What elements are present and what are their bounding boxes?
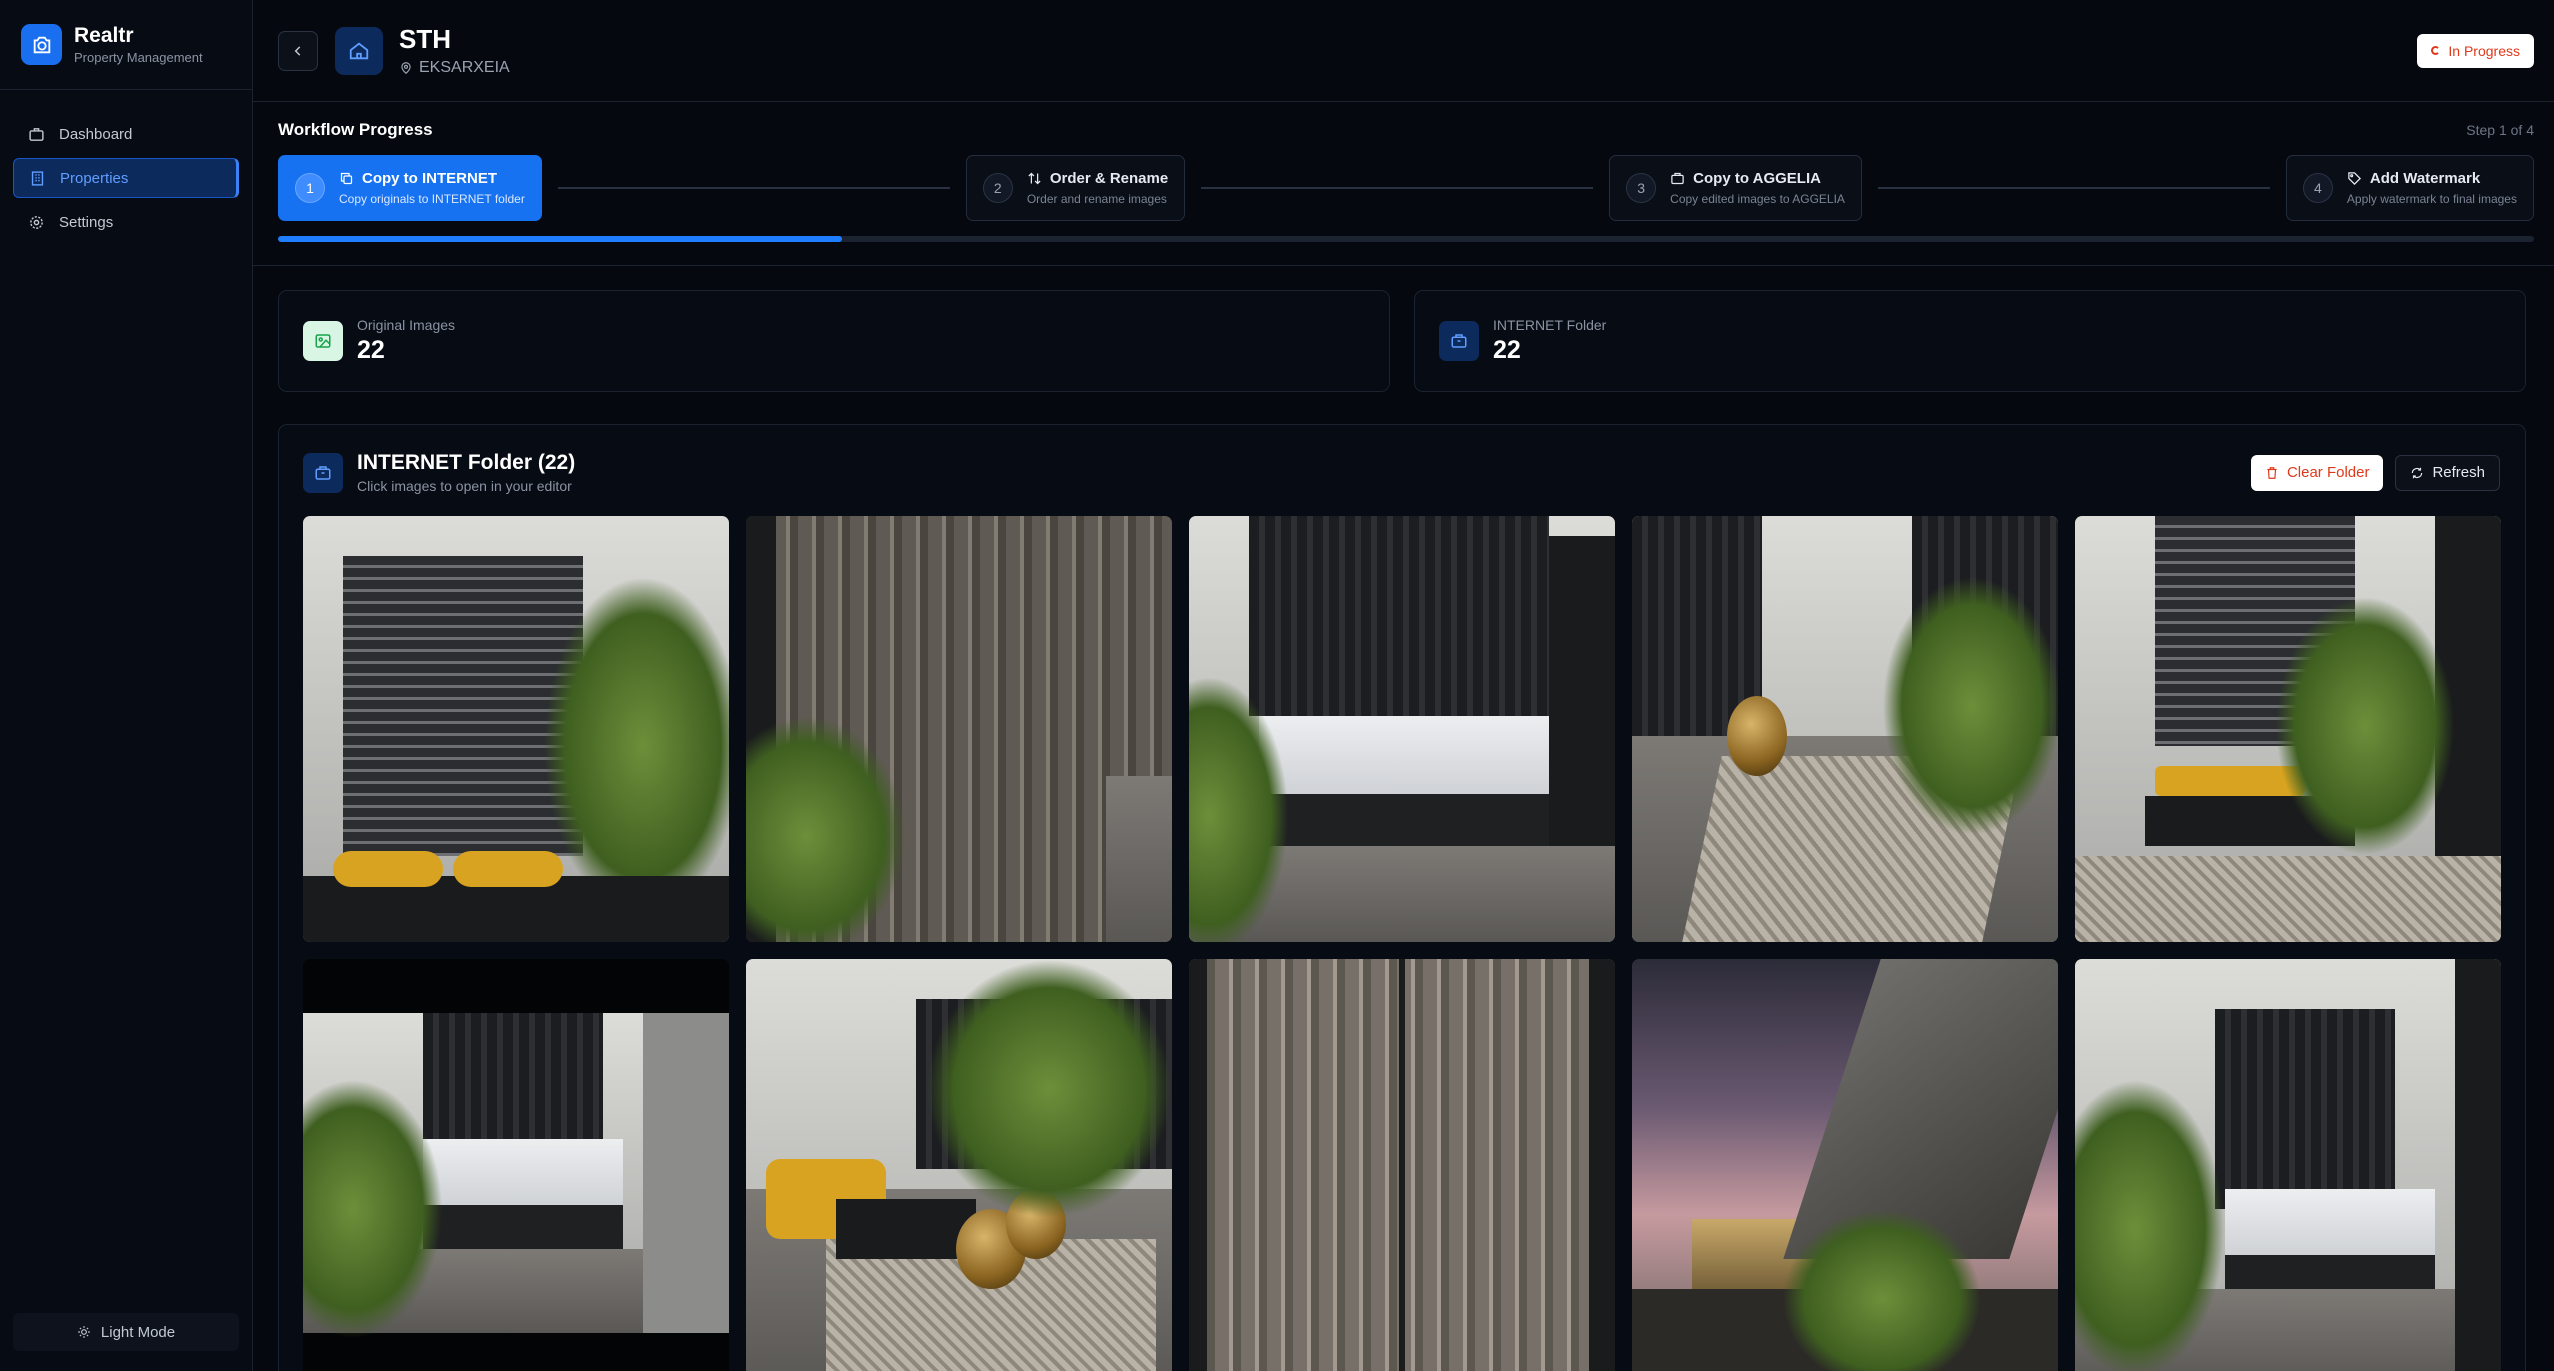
- stat-value: 22: [357, 336, 385, 364]
- building-icon: [28, 169, 46, 187]
- acropolis-balcony-sunset-photo[interactable]: [1632, 959, 2058, 1371]
- main-content: STH EKSARXEIA In Progress Workflow Progr…: [253, 0, 2554, 1371]
- camera-icon: [21, 24, 62, 65]
- brand: Realtr Property Management: [0, 0, 252, 90]
- folder-subtitle: Click images to open in your editor: [357, 478, 572, 494]
- sidebar-item-label: Properties: [60, 169, 129, 187]
- sun-icon: [77, 1325, 91, 1339]
- sidebar-item-settings[interactable]: Settings: [13, 202, 239, 242]
- status-badge: In Progress: [2417, 33, 2534, 68]
- home-icon: [335, 26, 383, 75]
- step-description: Copy edited images to AGGELIA: [1670, 192, 1845, 206]
- light-mode-label: Light Mode: [100, 1323, 176, 1341]
- stat-card-original-images: Original Images 22: [278, 290, 1390, 392]
- clear-folder-button[interactable]: Clear Folder: [2250, 454, 2384, 491]
- trash-icon: [2267, 466, 2277, 479]
- living-room-rug-photo[interactable]: [1632, 516, 2058, 942]
- bedroom-doorway-photo[interactable]: [303, 959, 729, 1371]
- workflow-progress-bar: [278, 236, 2534, 242]
- step-number: 2: [982, 173, 1013, 203]
- step-copy-to-internet[interactable]: 1 Copy to INTERNET Copy originals to INT…: [278, 155, 542, 221]
- step-description: Apply watermark to final images: [2346, 192, 2517, 206]
- map-pin-icon: [401, 62, 411, 75]
- stat-card-internet-folder: INTERNET Folder 22: [1414, 290, 2526, 392]
- step-indicator: Step 1 of 4: [2466, 122, 2534, 138]
- window-plant-sofa-photo[interactable]: [303, 516, 729, 942]
- location-text: EKSARXEIA: [419, 59, 510, 76]
- back-button[interactable]: [278, 30, 318, 71]
- step-number: 4: [2302, 173, 2333, 203]
- stat-value: 22: [1493, 336, 1521, 364]
- status-text: In Progress: [2448, 42, 2520, 59]
- folder-icon: [303, 452, 343, 493]
- step-label: Order & Rename: [1049, 170, 1169, 187]
- internet-folder-panel: INTERNET Folder (22) Click images to ope…: [278, 424, 2526, 1371]
- refresh-button[interactable]: Refresh: [2395, 454, 2500, 491]
- briefcase-icon: [27, 125, 45, 143]
- brand-subtitle: Property Management: [74, 50, 203, 65]
- workflow-progress-fill: [278, 236, 842, 242]
- step-description: Copy originals to INTERNET folder: [339, 192, 525, 206]
- folder-icon: [1439, 321, 1479, 361]
- tag-icon: [2348, 172, 2361, 186]
- brand-name: Realtr: [74, 24, 134, 47]
- step-add-watermark[interactable]: 4 Add Watermark Apply watermark to final…: [2285, 155, 2534, 221]
- sidebar-item-label: Settings: [59, 213, 114, 231]
- workflow-title: Workflow Progress: [278, 120, 433, 139]
- folder-copy-icon: [1671, 172, 1684, 185]
- step-number: 3: [1626, 173, 1657, 203]
- light-mode-toggle[interactable]: Light Mode: [13, 1313, 239, 1351]
- step-connector: [557, 187, 950, 189]
- chevron-left-icon: [294, 45, 301, 56]
- image-grid: [303, 516, 2501, 1371]
- bedroom-plant-photo[interactable]: [2075, 959, 2501, 1371]
- topbar: STH EKSARXEIA In Progress: [253, 0, 2554, 102]
- sidebar-item-label: Dashboard: [59, 125, 133, 143]
- clear-folder-label: Clear Folder: [2286, 464, 2370, 481]
- stat-label: Original Images: [357, 317, 456, 333]
- wardrobe-doors-photo[interactable]: [1189, 959, 1615, 1371]
- refresh-label: Refresh: [2432, 464, 2485, 481]
- bedroom-headboard-photo[interactable]: [1189, 516, 1615, 942]
- wooden-wardrobe-photo[interactable]: [746, 516, 1172, 942]
- stats-row: Original Images 22 INTERNET Folder 22: [278, 290, 2526, 392]
- sort-arrows-icon: [1028, 172, 1041, 185]
- page-title: STH: [399, 24, 451, 54]
- step-label: Add Watermark: [2369, 170, 2481, 187]
- yellow-sofa-lounge-photo[interactable]: [746, 959, 1172, 1371]
- workflow-progress: Workflow Progress Step 1 of 4 1 Copy to …: [253, 102, 2554, 266]
- step-connector: [1877, 187, 2270, 189]
- workflow-steps: 1 Copy to INTERNET Copy originals to INT…: [278, 155, 2534, 221]
- step-connector: [1201, 187, 1594, 189]
- step-copy-to-aggelia[interactable]: 3 Copy to AGGELIA Copy edited images to …: [1609, 155, 1862, 221]
- stat-label: INTERNET Folder: [1493, 317, 1607, 333]
- spinner-icon: [2431, 46, 2441, 55]
- step-label: Copy to INTERNET: [362, 170, 497, 187]
- app-root: Realtr Property Management Dashboard Pro…: [0, 0, 2554, 1371]
- image-icon: [303, 321, 343, 361]
- sidebar-item-properties[interactable]: Properties: [13, 158, 239, 198]
- gear-icon: [27, 213, 45, 231]
- sidebar: Realtr Property Management Dashboard Pro…: [0, 0, 253, 1371]
- property-location: EKSARXEIA: [399, 59, 510, 77]
- bench-window-plant-photo[interactable]: [2075, 516, 2501, 942]
- sidebar-item-dashboard[interactable]: Dashboard: [13, 114, 239, 154]
- step-number: 1: [295, 173, 325, 203]
- refresh-icon: [2412, 467, 2423, 478]
- step-order-rename[interactable]: 2 Order & Rename Order and rename images: [965, 155, 1186, 221]
- step-label: Copy to AGGELIA: [1693, 170, 1821, 187]
- content-area: Original Images 22 INTERNET Folder 22 IN…: [253, 266, 2554, 1371]
- folder-title: INTERNET Folder (22): [357, 451, 576, 474]
- step-description: Order and rename images: [1026, 192, 1167, 206]
- copy-icon: [340, 172, 353, 185]
- sidebar-nav: Dashboard Properties Settings: [0, 90, 252, 242]
